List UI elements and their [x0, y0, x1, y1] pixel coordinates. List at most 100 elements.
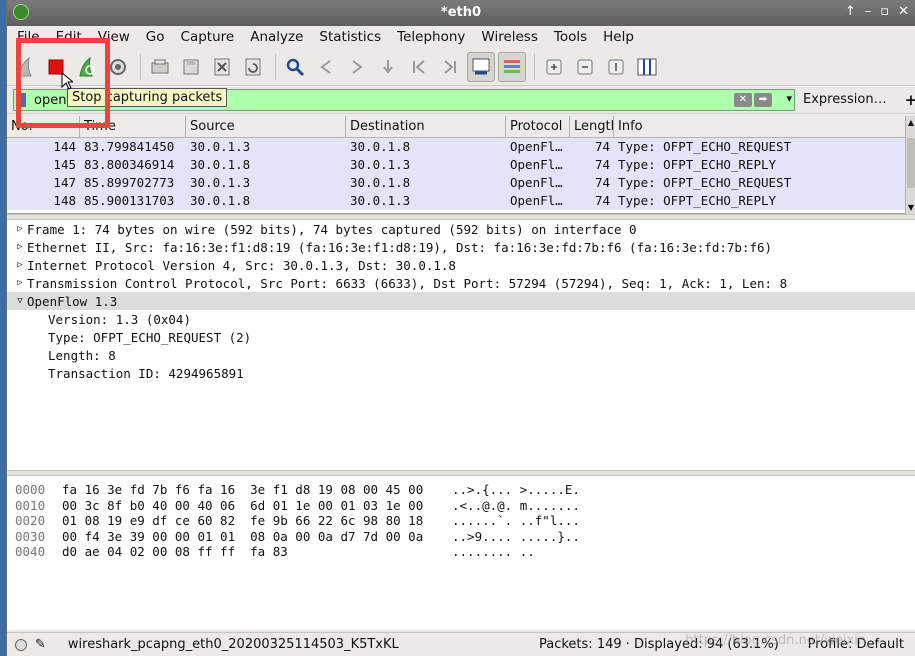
- apply-filter-icon[interactable]: ➡: [754, 92, 772, 107]
- find-packet-button[interactable]: [281, 52, 309, 82]
- packet-row[interactable]: 144 83.799841450 30.0.1.3 30.0.1.8 OpenF…: [7, 138, 915, 156]
- detail-tree-item[interactable]: ▷ Ethernet II, Src: fa:16:3e:f1:d8:19 (f…: [7, 238, 915, 256]
- watermark: https://blog.csdn.net/weixin_...: [685, 633, 885, 648]
- expand-triangle-icon[interactable]: ▷: [13, 278, 27, 288]
- expression-button[interactable]: Expression…: [803, 92, 887, 107]
- detail-field[interactable]: Length: 8: [7, 346, 915, 364]
- column-header-protocol[interactable]: Protocol: [506, 116, 570, 137]
- menu-tools[interactable]: Tools: [554, 29, 587, 45]
- menu-help[interactable]: Help: [603, 29, 634, 45]
- open-file-icon: [151, 59, 169, 73]
- colorize-button[interactable]: [498, 51, 526, 82]
- close-file-button[interactable]: [208, 52, 236, 82]
- detail-field[interactable]: Type: OFPT_ECHO_REQUEST (2): [7, 328, 915, 346]
- main-toolbar: [7, 48, 915, 86]
- window-close-button[interactable]: ✕: [898, 4, 909, 19]
- menu-statistics[interactable]: Statistics: [319, 29, 381, 45]
- toolbar-tooltip: Stop capturing packets: [67, 88, 228, 107]
- capture-options-button[interactable]: [104, 52, 132, 82]
- menu-telephony[interactable]: Telephony: [397, 29, 465, 45]
- detail-tree-item[interactable]: ▷ Transmission Control Protocol, Src Por…: [7, 274, 915, 292]
- last-packet-button[interactable]: [436, 52, 464, 82]
- column-header-time[interactable]: Time: [80, 116, 186, 137]
- packet-details: ▷ Frame 1: 74 bytes on wire (592 bits), …: [7, 220, 915, 470]
- reload-button[interactable]: [239, 52, 267, 82]
- packet-row[interactable]: 148 85.900131703 30.0.1.8 30.0.1.3 OpenF…: [7, 192, 915, 210]
- column-header-length[interactable]: Length: [570, 116, 614, 137]
- zoom-out-button[interactable]: [571, 52, 599, 82]
- open-file-button[interactable]: [146, 52, 174, 82]
- detail-field[interactable]: Transaction ID: 4294965891: [7, 364, 915, 382]
- add-filter-button[interactable]: +: [905, 91, 915, 109]
- packet-row[interactable]: 145 83.800346914 30.0.1.8 30.0.1.3 OpenF…: [7, 156, 915, 174]
- menu-bar: File Edit View Go Capture Analyze Statis…: [7, 26, 915, 48]
- packet-row[interactable]: 147 85.899702773 30.0.1.3 30.0.1.8 OpenF…: [7, 174, 915, 192]
- scroll-down-icon[interactable]: ▼: [906, 203, 915, 212]
- column-header-source[interactable]: Source: [186, 116, 346, 137]
- collapse-triangle-icon[interactable]: ▽: [13, 296, 27, 306]
- zoom-in-icon: [546, 59, 562, 74]
- restart-capture-button[interactable]: [73, 52, 101, 82]
- menu-go[interactable]: Go: [146, 29, 165, 45]
- window-controls: ↑ – ▫ ✕: [845, 4, 909, 19]
- resize-columns-button[interactable]: [633, 52, 661, 82]
- mouse-cursor-icon: [61, 72, 73, 90]
- go-forward-button[interactable]: [343, 52, 371, 82]
- packet-list-scrollbar[interactable]: ▲ ▼: [905, 116, 915, 214]
- column-header-destination[interactable]: Destination: [346, 116, 506, 137]
- close-file-icon: [214, 58, 230, 75]
- menu-view[interactable]: View: [98, 29, 130, 45]
- go-back-icon: [320, 59, 331, 74]
- clear-filter-icon[interactable]: ✕: [734, 92, 752, 107]
- go-to-packet-button[interactable]: [374, 52, 402, 82]
- menu-file[interactable]: File: [17, 29, 40, 45]
- window-minimize-button[interactable]: –: [865, 4, 872, 19]
- hex-row[interactable]: 0040 d0 ae 04 02 00 08 ff ff fa 83 .....…: [7, 544, 915, 560]
- start-capture-button[interactable]: [11, 52, 39, 82]
- normal-size-icon: [608, 59, 624, 74]
- menu-edit[interactable]: Edit: [56, 29, 82, 45]
- hex-row[interactable]: 0020 01 08 19 e9 df ce 60 82 fe 9b 66 22…: [7, 513, 915, 529]
- zoom-in-button[interactable]: [540, 52, 568, 82]
- bookmark-icon[interactable]: [16, 92, 26, 107]
- column-header-info[interactable]: Info: [614, 116, 904, 137]
- window-maximize-button[interactable]: ▫: [880, 4, 889, 19]
- shark-fin-icon: [18, 56, 32, 76]
- detail-field[interactable]: Version: 1.3 (0x04): [7, 310, 915, 328]
- normal-size-button[interactable]: [602, 52, 630, 82]
- hex-row[interactable]: 0030 00 f4 3e 39 00 00 01 01 08 0a 00 0a…: [7, 529, 915, 545]
- expand-triangle-icon[interactable]: ▷: [13, 260, 27, 270]
- reload-icon: [245, 58, 261, 75]
- zoom-out-icon: [577, 59, 593, 74]
- window-shade-button[interactable]: ↑: [845, 4, 856, 19]
- menu-analyze[interactable]: Analyze: [250, 29, 303, 45]
- filter-history-dropdown-icon[interactable]: ▾: [786, 92, 792, 105]
- title-bar: *eth0 ↑ – ▫ ✕: [7, 0, 915, 26]
- menu-wireless[interactable]: Wireless: [481, 29, 538, 45]
- detail-tree-item[interactable]: ▷ Frame 1: 74 bytes on wire (592 bits), …: [7, 220, 915, 238]
- capture-comment-icon[interactable]: ✎: [35, 637, 46, 652]
- detail-tree-item[interactable]: ▷ Internet Protocol Version 4, Src: 30.0…: [7, 256, 915, 274]
- expand-triangle-icon[interactable]: ▷: [13, 242, 27, 252]
- expand-triangle-icon[interactable]: ▷: [13, 224, 27, 234]
- hex-row[interactable]: 0000 fa 16 3e fd 7b f6 fa 16 3e f1 d8 19…: [7, 482, 915, 498]
- detail-tree-item-openflow[interactable]: ▽ OpenFlow 1.3: [7, 292, 915, 310]
- scroll-up-icon[interactable]: ▲: [906, 118, 915, 127]
- scrollbar-thumb[interactable]: [907, 138, 915, 188]
- capture-file-name: wireshark_pcapng_eth0_20200325114503_K5T…: [67, 637, 399, 652]
- first-packet-button[interactable]: [405, 52, 433, 82]
- display-filter-text: openf: [34, 92, 72, 108]
- find-packet-icon: [286, 58, 305, 76]
- last-packet-icon: [444, 59, 456, 74]
- menu-capture[interactable]: Capture: [181, 29, 235, 45]
- window-title: *eth0: [440, 5, 482, 20]
- capture-options-icon: [110, 58, 126, 75]
- hex-row[interactable]: 0010 00 3c 8f b0 40 00 40 06 6d 01 1e 00…: [7, 498, 915, 514]
- column-header-no[interactable]: No.: [7, 116, 80, 137]
- expert-info-icon[interactable]: [15, 638, 27, 651]
- save-file-button[interactable]: [177, 52, 205, 82]
- auto-scroll-button[interactable]: [467, 51, 495, 82]
- auto-scroll-icon: [472, 58, 490, 74]
- save-file-icon: [183, 59, 199, 74]
- go-back-button[interactable]: [312, 52, 340, 82]
